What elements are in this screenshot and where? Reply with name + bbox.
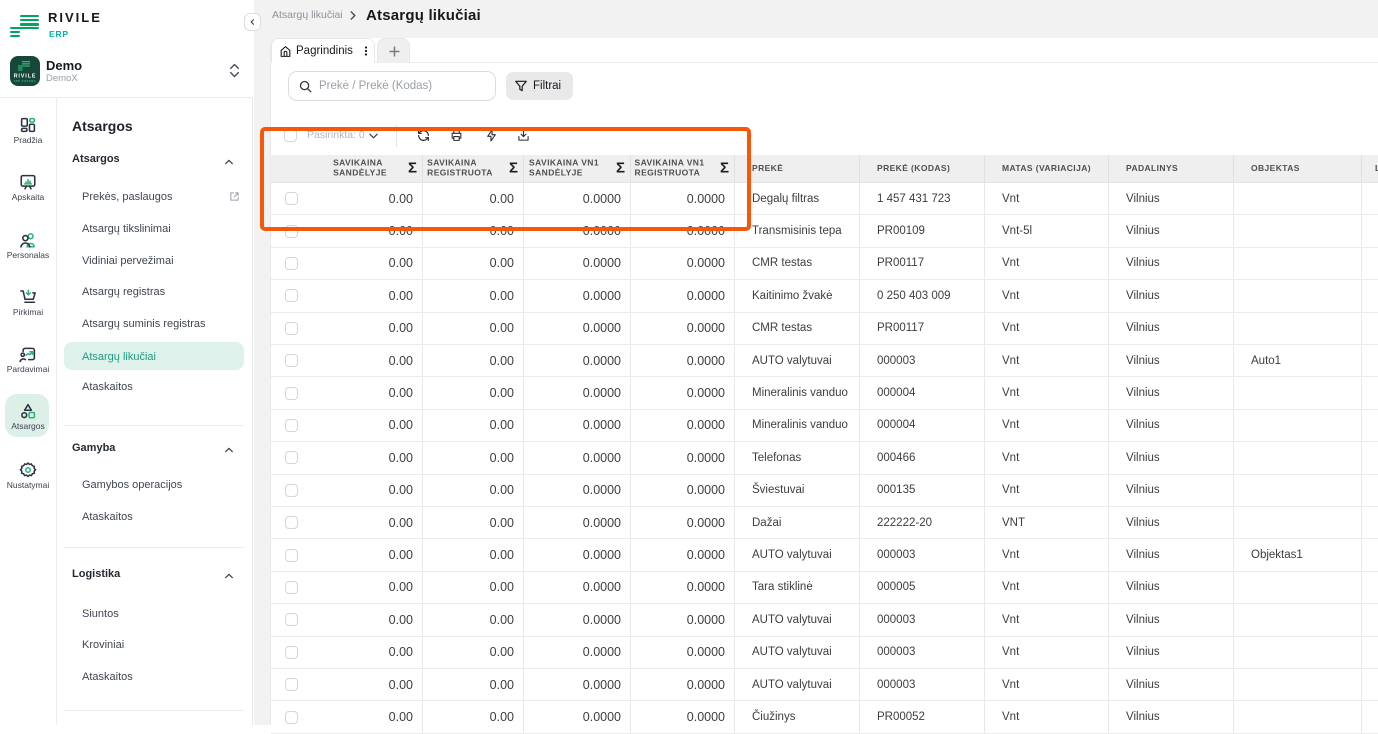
- svg-text:ERP SISTEMA: ERP SISTEMA: [14, 79, 36, 83]
- svg-text:RIVILE: RIVILE: [14, 74, 37, 80]
